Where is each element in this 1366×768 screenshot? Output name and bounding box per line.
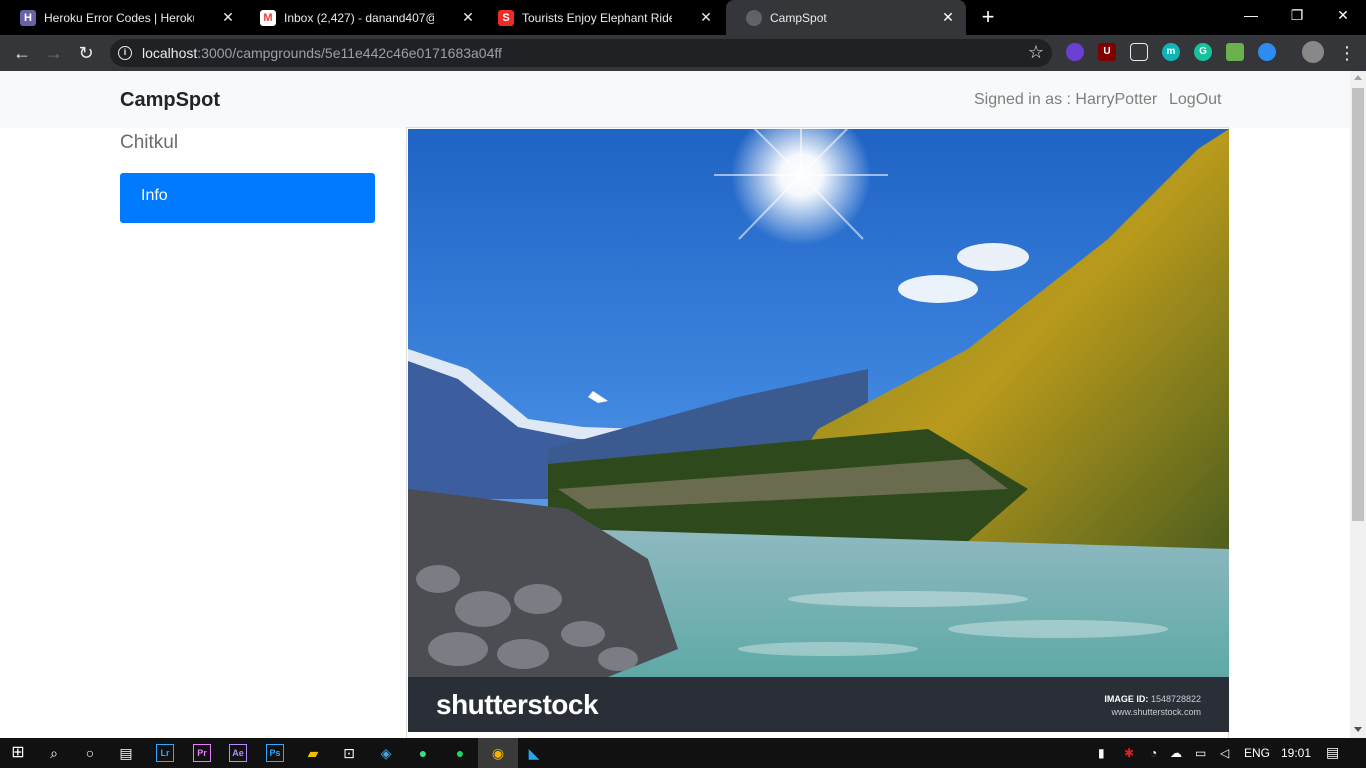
store-icon[interactable]: ⊡ — [339, 743, 359, 763]
tab-title: Tourists Enjoy Elephant Ride Ame — [522, 10, 672, 25]
photoshop-icon[interactable]: Ps — [266, 744, 284, 762]
tray-icon[interactable]: ▮ — [1098, 746, 1105, 760]
vscode-icon[interactable]: ◣ — [524, 743, 544, 763]
minimize-button[interactable]: — — [1228, 0, 1274, 30]
tab-title: Heroku Error Codes | Heroku Dev — [44, 10, 194, 25]
windows-start-icon[interactable]: ⊞ — [8, 743, 28, 763]
scrollbar-thumb[interactable] — [1352, 88, 1364, 521]
signed-in-text[interactable]: Signed in as : HarryPotter — [974, 91, 1157, 109]
shutterstock-logo: shutterstock — [436, 689, 599, 720]
close-icon[interactable]: ✕ — [460, 9, 476, 25]
task-view-icon[interactable]: ▤ — [116, 743, 136, 763]
brand-link[interactable]: CampSpot — [120, 89, 220, 112]
battery-icon[interactable]: ▭ — [1195, 746, 1206, 760]
new-tab-button[interactable]: + — [977, 6, 999, 28]
clock[interactable]: 19:01 — [1281, 746, 1311, 760]
tab-heroku[interactable]: H Heroku Error Codes | Heroku Dev ✕ — [0, 0, 246, 35]
restore-button[interactable]: ❐ — [1274, 0, 1320, 30]
extension-icon[interactable] — [1130, 43, 1148, 61]
forward-button[interactable]: → — [41, 40, 67, 66]
url-text[interactable]: localhost:3000/campgrounds/5e11e442c46e0… — [142, 45, 502, 61]
avatar[interactable] — [1302, 41, 1324, 63]
tray-icon[interactable]: ✱ — [1124, 746, 1134, 760]
sidebar-item-info[interactable]: Info — [120, 173, 375, 223]
lightroom-icon[interactable]: Lr — [156, 744, 174, 762]
chrome-icon[interactable]: ◉ — [488, 743, 508, 763]
app-icon[interactable]: ● — [413, 743, 433, 763]
campground-image-card: shutterstock IMAGE ID: 1548728822 www.sh… — [406, 127, 1229, 738]
tab-title: Inbox (2,427) - danand407@gma — [284, 10, 434, 25]
bookmark-star-icon[interactable]: ☆ — [1028, 42, 1044, 63]
close-icon[interactable]: ✕ — [220, 9, 236, 25]
browser-tab-strip: H Heroku Error Codes | Heroku Dev ✕ M In… — [0, 0, 1366, 35]
windows-taskbar: ⊞ ⌕ ○ ▤ Lr Pr Ae Ps ▰ ⊡ ◈ ● ● ◉ ◣ ▮ ✱ ◔ … — [0, 738, 1366, 768]
window-close-button[interactable]: ✕ — [1320, 0, 1366, 30]
app-icon[interactable]: ◈ — [376, 743, 396, 763]
close-icon[interactable]: ✕ — [940, 9, 956, 25]
shutterstock-footer: shutterstock IMAGE ID: 1548728822 www.sh… — [408, 677, 1229, 732]
info-icon[interactable]: i — [118, 46, 132, 60]
heroku-icon: H — [20, 9, 36, 26]
campground-photo — [408, 129, 1229, 677]
file-explorer-icon[interactable]: ▰ — [303, 743, 323, 763]
tab-title: CampSpot — [770, 10, 827, 25]
tab-campspot[interactable]: CampSpot ✕ — [726, 0, 966, 35]
gmail-icon: M — [260, 9, 276, 26]
extension-icon[interactable] — [1066, 43, 1084, 61]
extension-icon[interactable] — [1226, 43, 1244, 61]
scroll-down-icon[interactable] — [1354, 727, 1362, 732]
cortana-icon[interactable]: ○ — [80, 743, 100, 763]
image-id: IMAGE ID: 1548728822 www.shutterstock.co… — [1104, 694, 1201, 717]
notifications-icon[interactable]: ▤ — [1326, 744, 1339, 761]
close-icon[interactable]: ✕ — [698, 9, 714, 25]
page-scrollbar[interactable] — [1350, 71, 1366, 738]
premiere-icon[interactable]: Pr — [193, 744, 211, 762]
extension-icon[interactable] — [1258, 43, 1276, 61]
ublock-icon[interactable]: U — [1098, 43, 1116, 61]
shutterstock-icon: S — [498, 9, 514, 26]
reload-button[interactable]: ↻ — [73, 40, 99, 66]
extension-icon[interactable]: m — [1162, 43, 1180, 61]
grammarly-icon[interactable]: G — [1194, 43, 1212, 61]
search-icon[interactable]: ⌕ — [44, 743, 64, 763]
cloud-icon[interactable]: ☁ — [1170, 746, 1182, 760]
tab-gmail[interactable]: M Inbox (2,427) - danand407@gma ✕ — [240, 0, 486, 35]
back-button[interactable]: ← — [9, 40, 35, 66]
address-bar[interactable]: i localhost:3000/campgrounds/5e11e442c46… — [110, 39, 1052, 67]
page-content: CampSpot Signed in as : HarryPotter LogO… — [0, 71, 1350, 738]
navbar: CampSpot Signed in as : HarryPotter LogO… — [0, 71, 1350, 128]
after-effects-icon[interactable]: Ae — [229, 744, 247, 762]
scroll-up-icon[interactable] — [1354, 75, 1362, 80]
menu-icon[interactable]: ⋮ — [1334, 40, 1360, 66]
logout-link[interactable]: LogOut — [1169, 91, 1221, 109]
tab-shutterstock[interactable]: S Tourists Enjoy Elephant Ride Ame ✕ — [478, 0, 724, 35]
sidebar-lead: Chitkul — [120, 132, 179, 153]
language-indicator[interactable]: ENG — [1244, 746, 1270, 760]
wifi-icon[interactable]: ◔ — [1150, 746, 1157, 760]
globe-icon — [746, 9, 762, 26]
volume-icon[interactable]: ◁ — [1220, 746, 1229, 760]
spotify-icon[interactable]: ● — [450, 743, 470, 763]
